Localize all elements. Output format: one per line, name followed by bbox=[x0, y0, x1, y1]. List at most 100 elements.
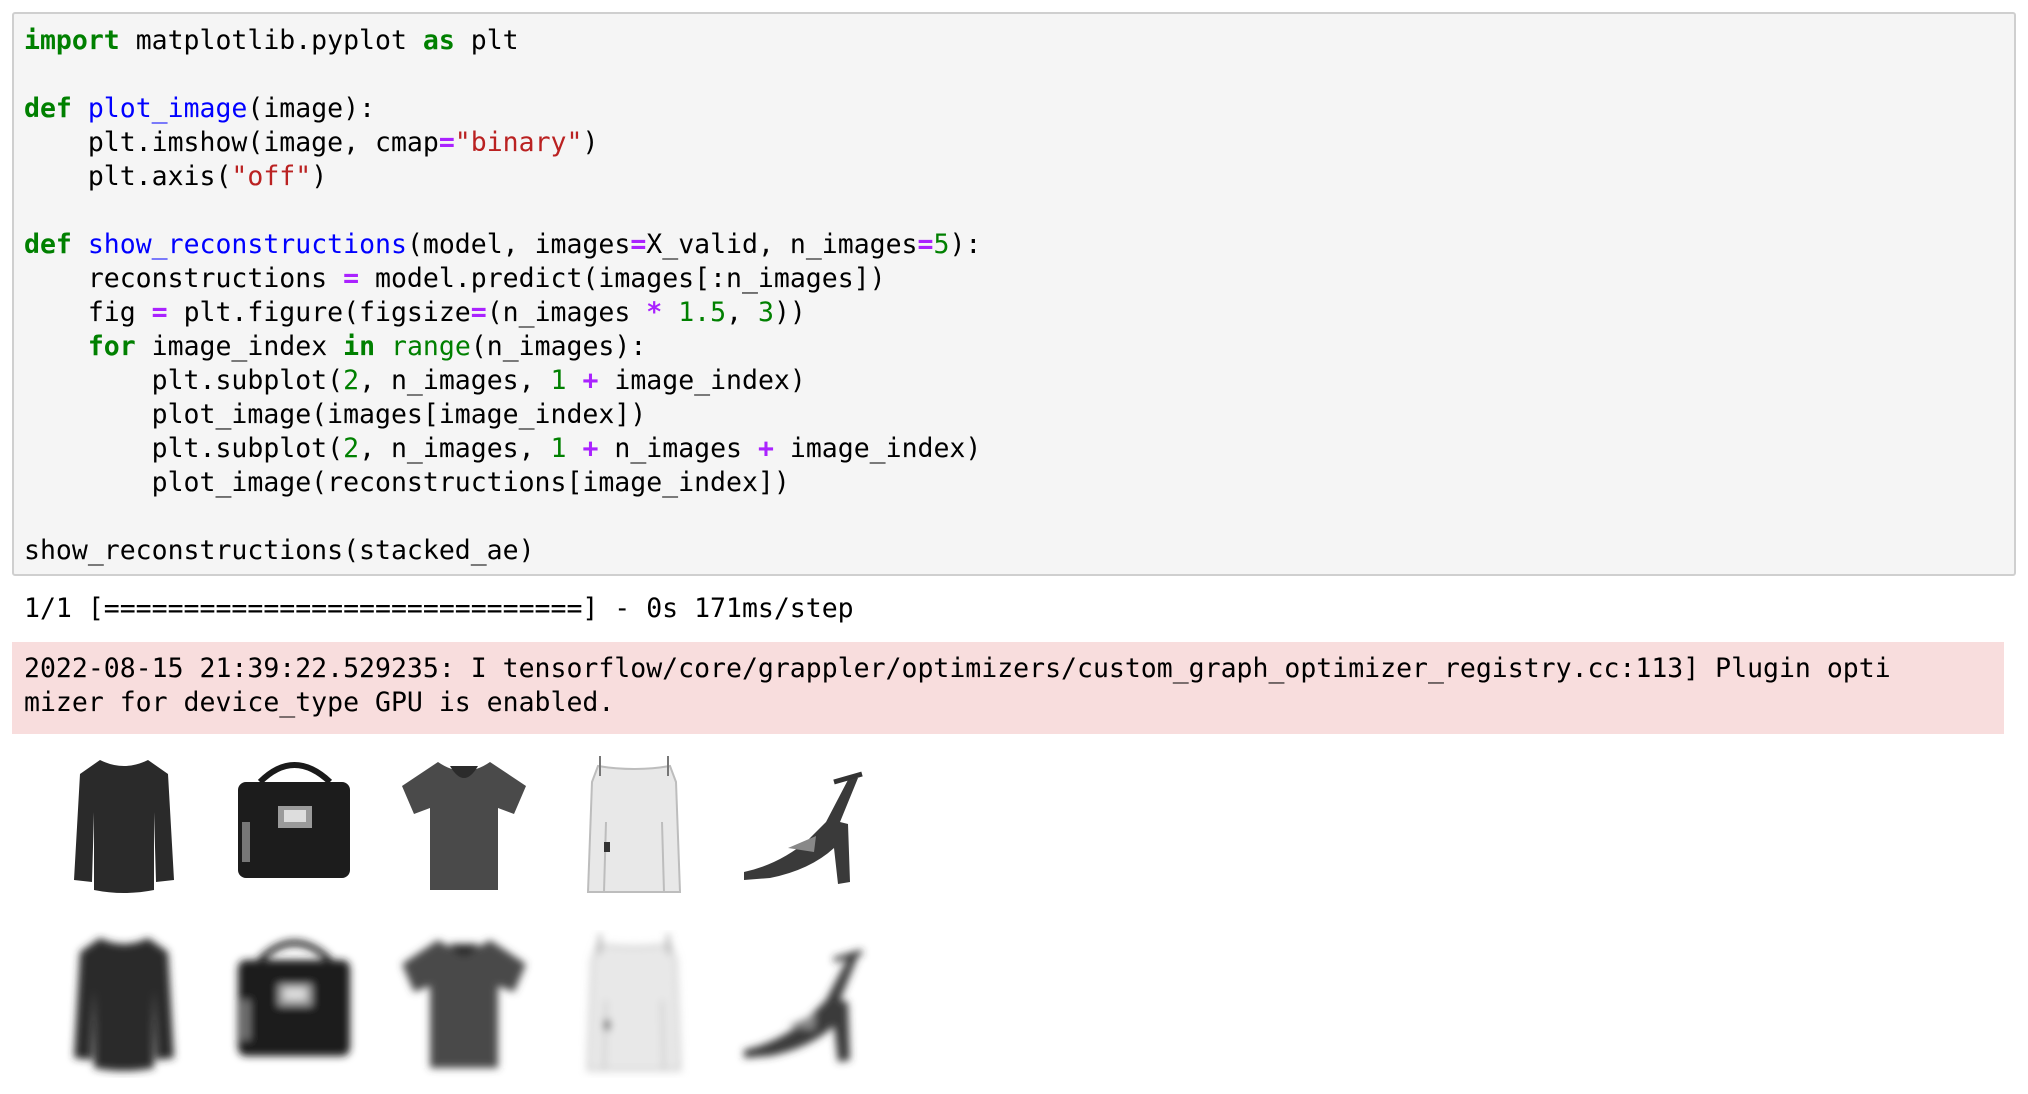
code-token: for bbox=[87, 331, 136, 362]
code-token: * bbox=[646, 297, 663, 328]
code-token: ): bbox=[949, 229, 982, 260]
t-shirt-image bbox=[402, 762, 526, 890]
code-token: , bbox=[726, 297, 758, 328]
code-token: plot_image(images[image_index]) bbox=[24, 399, 647, 430]
code-token: + bbox=[757, 433, 774, 464]
code-line: def plot_image(image): bbox=[24, 93, 375, 124]
code-line: for image_index in range(n_images): bbox=[24, 331, 646, 362]
code-token: range bbox=[391, 331, 471, 362]
code-editor[interactable]: import matplotlib.pyplot as plt def plot… bbox=[24, 24, 981, 568]
code-token: (image): bbox=[247, 93, 376, 124]
light-top-image bbox=[586, 756, 682, 893]
thumbnail-t-shirt-reconstruction bbox=[390, 930, 538, 1078]
code-token: , n_images, bbox=[359, 433, 551, 464]
code-token: plt.imshow(image, cmap bbox=[24, 127, 439, 158]
code-line: def show_reconstructions(model, images=X… bbox=[24, 229, 981, 260]
code-token: 5 bbox=[933, 229, 950, 260]
sandal-shape bbox=[744, 771, 863, 884]
thumbnail-bag-reconstruction bbox=[220, 930, 368, 1078]
bag-reconstruction-image bbox=[238, 940, 350, 1056]
code-token: n_images bbox=[598, 433, 758, 464]
code-token: ) bbox=[582, 127, 599, 158]
light-top-shape bbox=[586, 756, 682, 893]
sandal-reconstruction-image bbox=[744, 949, 863, 1062]
stderr-text: 2022-08-15 21:39:22.529235: I tensorflow… bbox=[24, 652, 1891, 720]
t-shirt-reconstruction-shape bbox=[402, 940, 526, 1068]
code-token: "binary" bbox=[454, 127, 583, 158]
t-shirt-shape bbox=[402, 762, 526, 890]
code-token: "off" bbox=[231, 161, 312, 192]
code-line: import matplotlib.pyplot as plt bbox=[24, 25, 519, 56]
code-token: plot_image bbox=[87, 93, 248, 124]
code-token: 1 bbox=[550, 433, 567, 464]
thumbnail-light-top bbox=[560, 752, 708, 900]
bag-shape bbox=[238, 762, 350, 878]
thumbnail-bag bbox=[220, 752, 368, 900]
code-token: 1.5 bbox=[678, 297, 727, 328]
code-line: plot_image(images[image_index]) bbox=[24, 399, 647, 430]
code-line: plt.subplot(2, n_images, 1 + image_index… bbox=[24, 365, 806, 396]
code-token: 2 bbox=[343, 365, 360, 396]
code-token: plt.subplot( bbox=[24, 433, 344, 464]
sandal-reconstruction-shape bbox=[744, 949, 863, 1062]
code-token: model.predict(images[:n_images]) bbox=[359, 263, 886, 294]
code-token: ) bbox=[311, 161, 328, 192]
bag-image bbox=[238, 762, 350, 878]
code-token: = bbox=[438, 127, 455, 158]
code-token: import bbox=[24, 25, 120, 56]
code-line: plt.axis("off") bbox=[24, 161, 327, 192]
code-line: plt.imshow(image, cmap="binary") bbox=[24, 127, 599, 158]
code-token: image_index bbox=[135, 331, 344, 362]
reconstruction-figure bbox=[50, 752, 890, 1088]
code-token: X_valid, n_images bbox=[646, 229, 918, 260]
thumbnail-t-shirt bbox=[390, 752, 538, 900]
sandal-image bbox=[744, 771, 863, 884]
thumbnail-sandal bbox=[730, 752, 878, 900]
code-token: as bbox=[422, 25, 455, 56]
thumbnail-sandal-reconstruction bbox=[730, 930, 878, 1078]
code-token: fig bbox=[24, 297, 152, 328]
code-token: plt.subplot( bbox=[24, 365, 344, 396]
light-top-reconstruction-image bbox=[586, 934, 682, 1071]
code-token: 3 bbox=[758, 297, 774, 328]
code-token: plot_image(reconstructions[image_index]) bbox=[24, 467, 790, 498]
code-token: in bbox=[343, 331, 376, 362]
long-sleeve-top-reconstruction-shape bbox=[74, 938, 174, 1071]
code-token: (model, images bbox=[406, 229, 631, 260]
code-token: )) bbox=[773, 297, 806, 328]
thumbnail-light-top-reconstruction bbox=[560, 930, 708, 1078]
code-token: , n_images, bbox=[359, 365, 551, 396]
stderr-line-2: mizer for device_type GPU is enabled. bbox=[24, 687, 615, 718]
code-token: = bbox=[343, 263, 360, 294]
progress-output: 1/1 [==============================] - 0… bbox=[24, 593, 854, 624]
code-token: (n_images): bbox=[470, 331, 647, 362]
code-line: plt.subplot(2, n_images, 1 + n_images + … bbox=[24, 433, 982, 464]
code-token: 2 bbox=[343, 433, 360, 464]
light-top-reconstruction-shape bbox=[586, 934, 682, 1071]
code-token: = bbox=[917, 229, 934, 260]
code-token: = bbox=[630, 229, 647, 260]
code-token: = bbox=[470, 297, 487, 328]
long-sleeve-top-shape bbox=[74, 760, 174, 893]
code-token: plt.axis( bbox=[24, 161, 232, 192]
long-sleeve-top-reconstruction-image bbox=[74, 938, 174, 1071]
code-cell[interactable]: import matplotlib.pyplot as plt def plot… bbox=[12, 12, 2016, 576]
code-token: reconstructions bbox=[24, 263, 344, 294]
code-line: show_reconstructions(stacked_ae) bbox=[24, 535, 535, 566]
code-token: image_index) bbox=[773, 433, 982, 464]
stderr-line-1: 2022-08-15 21:39:22.529235: I tensorflow… bbox=[24, 653, 1891, 684]
long-sleeve-top-image bbox=[74, 760, 174, 893]
code-token: show_reconstructions bbox=[87, 229, 407, 260]
bag-reconstruction-shape bbox=[238, 940, 350, 1056]
code-token: matplotlib.pyplot bbox=[119, 25, 423, 56]
code-token: + bbox=[582, 365, 599, 396]
thumbnail-long-sleeve-top bbox=[50, 752, 198, 900]
thumbnail-long-sleeve-top-reconstruction bbox=[50, 930, 198, 1078]
